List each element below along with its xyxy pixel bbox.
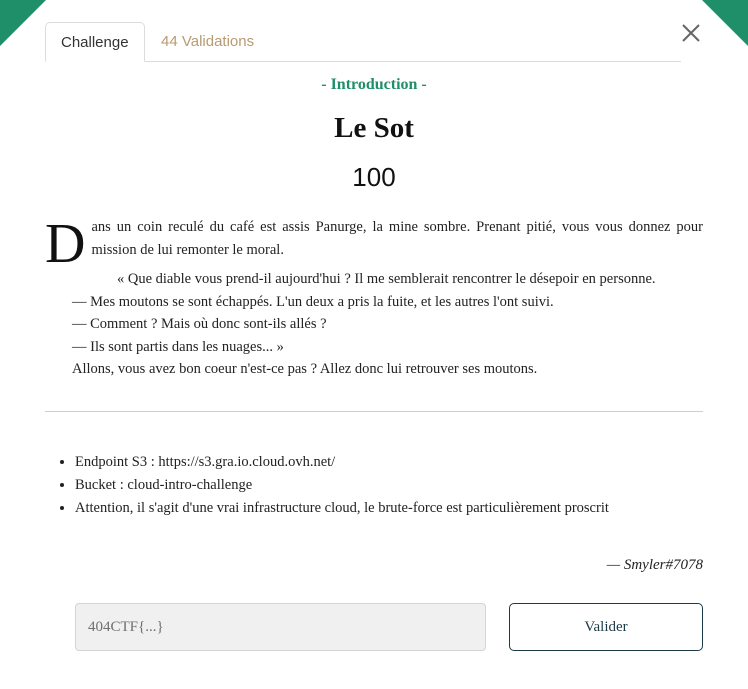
dropcap-letter: D xyxy=(45,213,86,275)
hint-item: Bucket : cloud-intro-challenge xyxy=(75,474,733,497)
corner-decoration-right xyxy=(702,0,748,46)
tab-bar: Challenge 44 Validations xyxy=(45,22,681,62)
corner-decoration-left xyxy=(0,0,46,46)
description-line: — Ils sont partis dans les nuages... » xyxy=(72,338,284,355)
close-button[interactable] xyxy=(680,22,702,44)
hint-list: Endpoint S3 : https://s3.gra.io.cloud.ov… xyxy=(45,451,733,520)
challenge-category: - Introduction - xyxy=(321,76,427,93)
hint-item: Endpoint S3 : https://s3.gra.io.cloud.ov… xyxy=(75,451,733,474)
challenge-points: 100 xyxy=(352,162,396,192)
description-quote: « Que diable vous prend-il aujourd'hui ?… xyxy=(117,271,656,287)
hint-item: Attention, il s'agit d'une vrai infrastr… xyxy=(75,497,733,520)
submit-button[interactable]: Valider xyxy=(509,603,703,651)
description-line: — Comment ? Mais où donc sont-ils allés … xyxy=(72,316,327,332)
description-intro: Dans un coin reculé du café est assis Pa… xyxy=(45,216,703,272)
close-icon xyxy=(682,24,700,42)
tab-challenge[interactable]: Challenge xyxy=(45,22,145,62)
tab-validations[interactable]: 44 Validations xyxy=(146,22,269,61)
description-line: — Mes moutons se sont échappés. L'un deu… xyxy=(72,293,554,310)
challenge-author: — Smyler#7078 xyxy=(606,557,703,573)
description-intro-text: ans un coin reculé du café est assis Pan… xyxy=(91,219,703,258)
divider xyxy=(45,411,703,412)
description-line: Allons, vous avez bon coeur n'est-ce pas… xyxy=(72,361,538,377)
flag-input[interactable] xyxy=(75,603,486,651)
challenge-title: Le Sot xyxy=(334,112,414,144)
challenge-description: Dans un coin reculé du café est assis Pa… xyxy=(45,216,703,381)
